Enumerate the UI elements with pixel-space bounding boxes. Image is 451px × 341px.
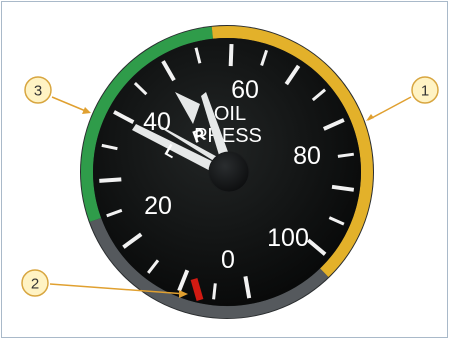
callout-1-leader	[367, 96, 412, 121]
callout-2: 2	[21, 269, 49, 297]
scale-label-0: 0	[221, 246, 235, 274]
tick-mark	[228, 44, 234, 67]
callout-2-number: 2	[31, 276, 39, 293]
scale-label-60: 60	[231, 76, 259, 104]
callout-1: 1	[411, 76, 439, 104]
needle-hub	[208, 151, 250, 193]
callout-1-number: 1	[421, 83, 429, 100]
oil-pressure-gauge: 0 20 40 60 80 100 OIL PRESS L R 1 2 3	[21, 25, 439, 319]
callout-3-number: 3	[34, 83, 42, 100]
callout-1-arrowhead	[366, 114, 374, 121]
tick-mark	[212, 283, 217, 300]
callout-3-leader	[51, 96, 89, 113]
scale-label-20: 20	[144, 192, 172, 220]
tick-mark	[99, 177, 122, 183]
gauge-label-oil: OIL	[214, 103, 246, 125]
screenshot: 0 20 40 60 80 100 OIL PRESS L R 1 2 3	[0, 0, 451, 341]
scale-label-80: 80	[293, 142, 321, 170]
callout-3: 3	[24, 76, 52, 104]
scale-label-100: 100	[267, 224, 309, 252]
